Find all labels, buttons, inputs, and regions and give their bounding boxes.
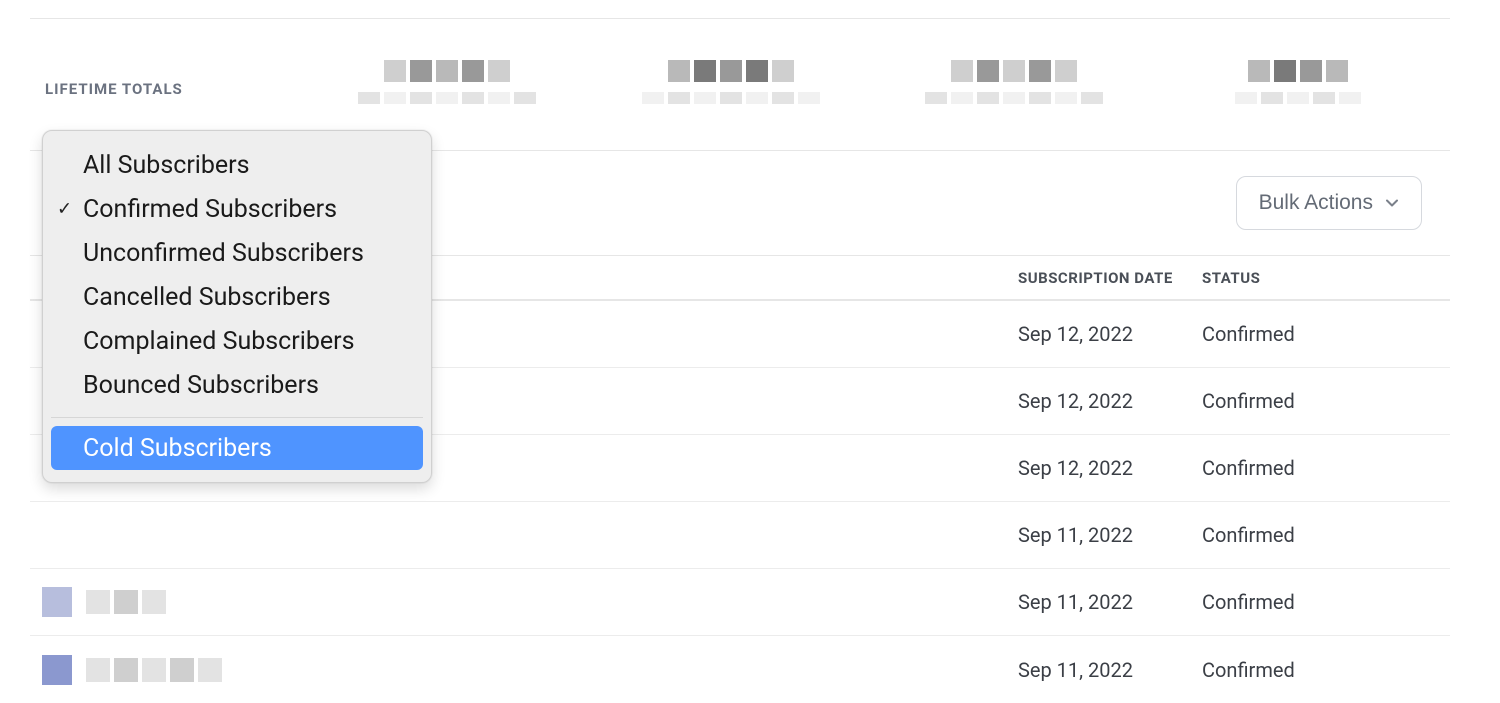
column-header-subscription-date[interactable]: SUBSCRIPTION DATE	[1018, 269, 1202, 287]
avatar	[42, 587, 72, 617]
divider-top	[30, 18, 1450, 19]
table-row[interactable]: Sep 11, 2022 Confirmed	[30, 502, 1450, 569]
filter-option-confirmed-subscribers[interactable]: ✓ Confirmed Subscribers	[51, 187, 423, 231]
subscriber-filter-dropdown[interactable]: All Subscribers ✓ Confirmed Subscribers …	[42, 130, 432, 483]
filter-option-cold-subscribers[interactable]: Cold Subscribers	[51, 426, 423, 470]
metric-4	[1156, 60, 1440, 104]
bulk-actions-button[interactable]: Bulk Actions	[1236, 176, 1422, 230]
filter-option-label: Complained Subscribers	[83, 327, 354, 356]
cell-subscription-date: Sep 11, 2022	[1018, 658, 1202, 682]
metric-1	[305, 60, 589, 104]
cell-status: Confirmed	[1202, 389, 1450, 413]
row-left	[42, 587, 1018, 617]
filter-option-all-subscribers[interactable]: All Subscribers	[51, 143, 423, 187]
cell-subscription-date: Sep 12, 2022	[1018, 389, 1202, 413]
dropdown-separator	[51, 417, 423, 418]
filter-option-label: Unconfirmed Subscribers	[83, 239, 364, 268]
cell-subscription-date: Sep 12, 2022	[1018, 456, 1202, 480]
bulk-actions-label: Bulk Actions	[1259, 191, 1373, 215]
row-left	[42, 655, 1018, 685]
table-row[interactable]: Sep 11, 2022 Confirmed	[30, 569, 1450, 636]
filter-option-label: Cold Subscribers	[83, 434, 272, 463]
filter-option-label: All Subscribers	[83, 151, 250, 180]
lifetime-totals-label: LIFETIME TOTALS	[45, 60, 305, 98]
filter-option-cancelled-subscribers[interactable]: Cancelled Subscribers	[51, 275, 423, 319]
cell-status: Confirmed	[1202, 523, 1450, 547]
cell-status: Confirmed	[1202, 658, 1450, 682]
metric-3	[873, 60, 1157, 104]
cell-subscription-date: Sep 12, 2022	[1018, 322, 1202, 346]
metric-2	[589, 60, 873, 104]
cell-status: Confirmed	[1202, 456, 1450, 480]
lifetime-totals-row: LIFETIME TOTALS	[45, 60, 1440, 130]
cell-subscription-date: Sep 11, 2022	[1018, 523, 1202, 547]
cell-status: Confirmed	[1202, 590, 1450, 614]
filter-option-unconfirmed-subscribers[interactable]: Unconfirmed Subscribers	[51, 231, 423, 275]
filter-option-complained-subscribers[interactable]: Complained Subscribers	[51, 319, 423, 363]
table-row[interactable]: Sep 11, 2022 Confirmed	[30, 636, 1450, 703]
cell-subscription-date: Sep 11, 2022	[1018, 590, 1202, 614]
filter-option-bounced-subscribers[interactable]: Bounced Subscribers	[51, 363, 423, 407]
filter-option-label: Confirmed Subscribers	[83, 195, 337, 224]
cell-status: Confirmed	[1202, 322, 1450, 346]
avatar	[42, 655, 72, 685]
check-icon: ✓	[57, 199, 72, 220]
column-header-status[interactable]: STATUS	[1202, 269, 1450, 287]
filter-option-label: Cancelled Subscribers	[83, 283, 331, 312]
filter-option-label: Bounced Subscribers	[83, 371, 319, 400]
chevron-down-icon	[1385, 196, 1399, 210]
